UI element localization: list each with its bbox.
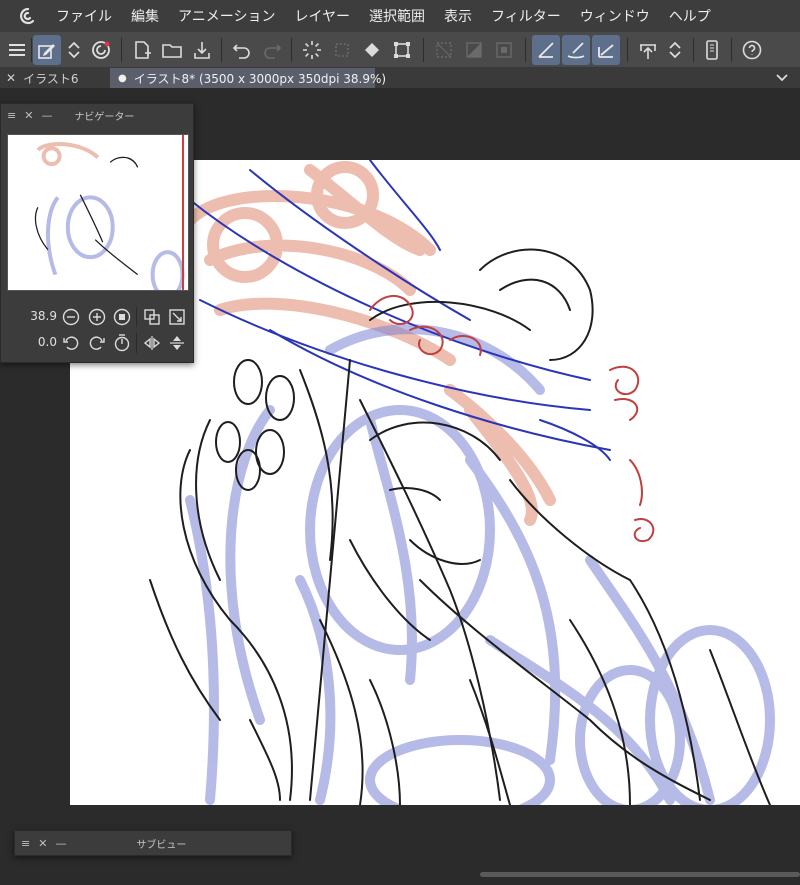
subview-title: サブビュー <box>136 839 187 851</box>
redo-icon[interactable] <box>258 35 286 65</box>
expand-selection-icon[interactable] <box>490 35 518 65</box>
document-tab-bar: ✕ イラスト6 ● イラスト8* (3500 x 3000px 350dpi 3… <box>0 68 800 88</box>
select-all-icon[interactable] <box>430 35 458 65</box>
navigator-controls: 38.9 0.0 <box>1 300 195 364</box>
rotate-left-icon[interactable] <box>61 333 81 353</box>
chevron-updown-icon[interactable] <box>61 35 87 65</box>
minimize-icon[interactable]: — <box>55 837 66 850</box>
menu-file[interactable]: ファイル <box>56 6 112 26</box>
command-bar <box>0 32 800 68</box>
fill-bucket-icon[interactable] <box>358 35 386 65</box>
zoom-value[interactable]: 38.9 <box>23 309 57 323</box>
rotate-value[interactable]: 0.0 <box>23 335 57 349</box>
new-file-icon[interactable] <box>128 35 156 65</box>
menu-filter[interactable]: フィルター <box>491 6 561 26</box>
menu-edit[interactable]: 編集 <box>131 6 159 26</box>
chevron-updown-2-icon[interactable] <box>662 35 688 65</box>
snap-ruler-icon[interactable] <box>532 35 560 65</box>
panel-menu-icon[interactable]: ≡ <box>7 109 16 122</box>
close-icon[interactable]: ✕ <box>38 837 47 850</box>
menu-animation[interactable]: アニメーション <box>178 6 275 26</box>
fit-window-icon[interactable] <box>167 307 187 327</box>
unsaved-dot-icon: ● <box>118 72 127 84</box>
tab-illust8[interactable]: ● イラスト8* (3500 x 3000px 350dpi 38.9%) <box>110 68 386 88</box>
actual-size-icon[interactable] <box>142 307 162 327</box>
help-icon[interactable] <box>738 35 766 65</box>
save-icon[interactable] <box>188 35 216 65</box>
close-icon[interactable]: ✕ <box>24 109 33 122</box>
zoom-out-icon[interactable] <box>61 307 81 327</box>
panel-menu-icon[interactable]: ≡ <box>21 837 30 850</box>
menu-selection[interactable]: 選択範囲 <box>369 6 425 26</box>
viewport-indicator <box>182 135 184 290</box>
navigator-title: ナビゲーター <box>74 111 135 123</box>
zoom-in-icon[interactable] <box>87 307 107 327</box>
menu-window[interactable]: ウィンドウ <box>580 6 650 26</box>
menu-help[interactable]: ヘルプ <box>669 6 711 26</box>
navigator-header[interactable]: ≡ ✕ — ナビゲーター <box>1 104 193 126</box>
tab-label: イラスト8* (3500 x 3000px 350dpi 38.9%) <box>133 71 387 86</box>
clear-selection-icon[interactable] <box>328 35 356 65</box>
edit-layer-icon[interactable] <box>33 35 61 65</box>
navigator-thumbnail <box>34 142 185 290</box>
rotate-right-icon[interactable] <box>87 333 107 353</box>
invert-selection-icon[interactable] <box>460 35 488 65</box>
menu-layer[interactable]: レイヤー <box>294 6 350 26</box>
close-tab-icon[interactable]: ✕ <box>6 71 16 85</box>
navigator-panel: ≡ ✕ — ナビゲーター 38.9 0.0 <box>0 103 194 363</box>
clip-studio-logo-icon[interactable] <box>0 0 56 32</box>
snap-grid-icon[interactable] <box>592 35 620 65</box>
reset-rotation-icon[interactable] <box>112 333 132 353</box>
tab-label: イラスト6 <box>23 71 79 86</box>
subview-panel: ≡ ✕ — サブビュー <box>14 830 292 856</box>
fit-stop-icon[interactable] <box>112 307 132 327</box>
navigator-preview[interactable] <box>7 134 189 291</box>
snap-special-ruler-icon[interactable] <box>562 35 590 65</box>
open-folder-icon[interactable] <box>158 35 186 65</box>
menu-view[interactable]: 表示 <box>444 6 472 26</box>
minimize-icon[interactable]: — <box>41 109 52 122</box>
smartphone-icon[interactable] <box>698 35 726 65</box>
loading-spinner-icon[interactable] <box>298 35 326 65</box>
flip-horizontal-icon[interactable] <box>142 333 162 353</box>
undo-icon[interactable] <box>228 35 256 65</box>
clip-studio-swirl-icon[interactable] <box>87 35 115 65</box>
horizontal-scrollbar[interactable] <box>480 872 800 877</box>
export-icon[interactable] <box>634 35 662 65</box>
hamburger-menu-icon[interactable] <box>3 35 31 65</box>
transform-icon[interactable] <box>388 35 416 65</box>
chevron-down-icon[interactable] <box>774 70 790 86</box>
tab-illust6[interactable]: ✕ イラスト6 <box>0 68 110 88</box>
menu-bar: ファイル 編集 アニメーション レイヤー 選択範囲 表示 フィルター ウィンドウ… <box>0 0 800 32</box>
flip-vertical-icon[interactable] <box>167 333 187 353</box>
subview-header[interactable]: ≡ ✕ — サブビュー <box>15 831 291 855</box>
